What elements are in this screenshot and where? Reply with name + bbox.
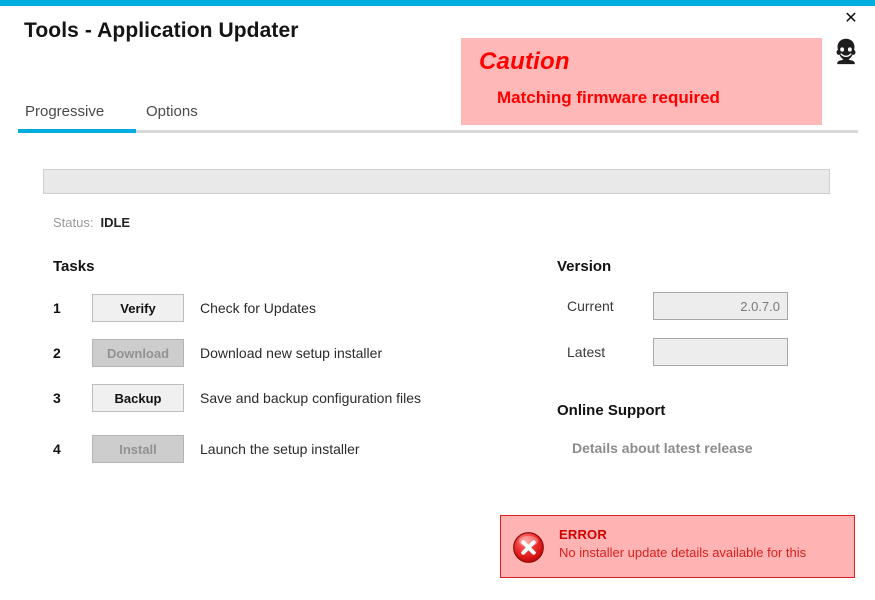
version-label-latest: Latest	[567, 344, 606, 360]
caution-title: Caution	[479, 48, 570, 75]
close-icon[interactable]: ✕	[838, 6, 864, 32]
backup-button[interactable]: Backup	[92, 384, 184, 412]
verify-button[interactable]: Verify	[92, 294, 184, 322]
task-index: 1	[53, 300, 61, 316]
error-banner: ERROR No installer update details availa…	[500, 515, 855, 578]
task-description: Download new setup installer	[200, 345, 383, 361]
install-button[interactable]: Install	[92, 435, 184, 463]
online-support-heading: Online Support	[557, 402, 666, 419]
error-title: ERROR	[559, 527, 607, 542]
window-title: Tools - Application Updater	[24, 19, 299, 42]
version-row-latest: Latest	[567, 338, 807, 366]
table-row: 2 Download Download new setup installer	[53, 339, 523, 367]
current-version-field[interactable]	[653, 292, 788, 320]
version-row-current: Current	[567, 292, 807, 320]
status-value: IDLE	[100, 215, 131, 230]
error-message: No installer update details available fo…	[559, 545, 807, 560]
progress-bar	[43, 169, 830, 194]
tab-underline-track	[18, 130, 858, 133]
latest-version-field[interactable]	[653, 338, 788, 366]
task-index: 2	[53, 345, 61, 361]
task-description: Save and backup configuration files	[200, 390, 422, 406]
table-row: 4 Install Launch the setup installer	[53, 435, 523, 463]
tab-underline-active	[18, 129, 136, 133]
task-description: Launch the setup installer	[200, 441, 360, 457]
task-description: Check for Updates	[200, 300, 316, 316]
headset-support-icon[interactable]	[832, 37, 860, 65]
download-button[interactable]: Download	[92, 339, 184, 367]
tasks-heading: Tasks	[53, 258, 95, 275]
status-label: Status:	[53, 215, 94, 230]
version-label-current: Current	[567, 298, 614, 314]
task-index: 3	[53, 390, 61, 406]
error-circle-x-icon	[512, 531, 545, 564]
table-row: 1 Verify Check for Updates	[53, 294, 523, 322]
latest-release-details-link[interactable]: Details about latest release	[572, 440, 753, 456]
table-row: 3 Backup Save and backup configuration f…	[53, 384, 523, 412]
tab-options[interactable]: Options	[146, 103, 198, 120]
version-heading: Version	[557, 258, 612, 275]
tab-progressive[interactable]: Progressive	[25, 103, 104, 120]
task-index: 4	[53, 441, 61, 457]
status-row: Status: IDLE	[53, 215, 130, 230]
top-accent-bar	[0, 0, 875, 6]
